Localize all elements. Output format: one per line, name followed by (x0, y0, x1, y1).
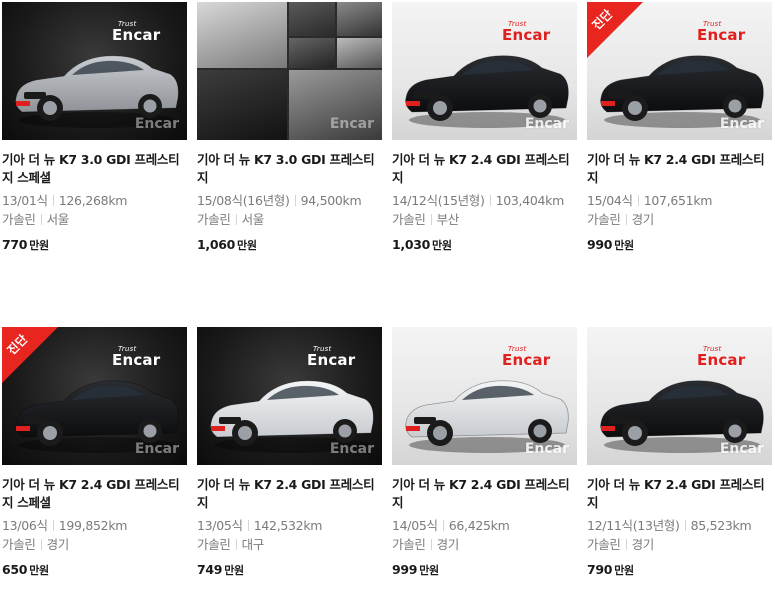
car-title[interactable]: 기아 더 뉴 K7 2.4 GDI 프레스티지 (197, 476, 382, 512)
car-fuel-region: 가솔린 부산 (392, 212, 460, 227)
car-title[interactable]: 기아 더 뉴 K7 3.0 GDI 프레스티지 스페셜 (2, 151, 187, 187)
car-fuel-region: 가솔린 대구 (197, 537, 265, 552)
encar-logo: Trust Encar (112, 20, 161, 44)
car-year-mileage: 13/01식 126,268km (2, 193, 128, 208)
car-fuel-region: 가솔린 경기 (392, 537, 460, 552)
car-photo[interactable]: Trust Encar Encar (392, 327, 577, 465)
car-year-mileage: 15/08식(16년형) 94,500km (197, 193, 362, 208)
watermark: Encar (134, 116, 179, 132)
listing-grid: Trust Encar Encar 기아 더 뉴 K7 3.0 GDI 프레스티지… (0, 0, 775, 615)
listing-card[interactable]: Trust Encar Encar 기아 더 뉴 K7 3.0 GDI 프레스티지… (2, 2, 187, 253)
listing-card[interactable]: Trust Encar Encar 기아 더 뉴 K7 2.4 GDI 프레스티지… (392, 327, 577, 578)
car-photo[interactable]: 진단 Trust Encar Encar (587, 2, 772, 140)
car-title[interactable]: 기아 더 뉴 K7 2.4 GDI 프레스티지 (392, 476, 577, 512)
encar-logo: Trust Encar (307, 345, 356, 369)
car-fuel-region: 가솔린 경기 (587, 212, 655, 227)
car-fuel-region: 가솔린 서울 (197, 212, 265, 227)
encar-logo: Trust Encar (697, 345, 746, 369)
diagnosis-ribbon (587, 2, 643, 58)
car-title[interactable]: 기아 더 뉴 K7 3.0 GDI 프레스티지 (197, 151, 382, 187)
watermark: Encar (524, 116, 569, 132)
car-price: 990 만원 (587, 237, 634, 252)
car-photo[interactable]: Trust Encar Encar (587, 327, 772, 465)
car-fuel-region: 가솔린 경기 (2, 537, 70, 552)
car-year-mileage: 13/06식 199,852km (2, 518, 128, 533)
car-price: 770 만원 (2, 237, 49, 252)
listing-card[interactable]: Trust Encar Encar 기아 더 뉴 K7 2.4 GDI 프레스티지… (197, 327, 382, 578)
car-photo[interactable]: Trust Encar Encar (2, 2, 187, 140)
car-fuel-region: 가솔린 서울 (2, 212, 70, 227)
car-year-mileage: 14/12식(15년형) 103,404km (392, 193, 564, 208)
watermark: Encar (329, 441, 374, 457)
watermark: Encar (524, 441, 569, 457)
car-year-mileage: 15/04식 107,651km (587, 193, 713, 208)
car-photo[interactable]: Trust Encar Encar (392, 2, 577, 140)
car-photo[interactable]: Encar (197, 2, 382, 140)
listing-card[interactable]: 진단 Trust Encar Encar 기아 더 뉴 K7 2.4 GDI 프레… (587, 2, 772, 253)
listing-card[interactable]: 진단 Trust Encar Encar 기아 더 뉴 K7 2.4 GDI 프레… (2, 327, 187, 578)
car-year-mileage: 12/11식(13년형) 85,523km (587, 518, 752, 533)
listing-card[interactable]: Trust Encar Encar 기아 더 뉴 K7 2.4 GDI 프레스티지… (392, 2, 577, 253)
car-fuel-region: 가솔린 경기 (587, 537, 655, 552)
car-title[interactable]: 기아 더 뉴 K7 2.4 GDI 프레스티지 (587, 151, 772, 187)
car-year-mileage: 14/05식 66,425km (392, 518, 510, 533)
listing-card[interactable]: Encar 기아 더 뉴 K7 3.0 GDI 프레스티지 15/08식(16년… (197, 2, 382, 253)
car-price: 650 만원 (2, 562, 49, 577)
car-price: 749 만원 (197, 562, 244, 577)
encar-logo: Trust Encar (502, 345, 551, 369)
watermark: Encar (719, 441, 764, 457)
car-photo[interactable]: Trust Encar Encar (197, 327, 382, 465)
diagnosis-ribbon (2, 327, 58, 383)
car-title[interactable]: 기아 더 뉴 K7 2.4 GDI 프레스티지 (392, 151, 577, 187)
listing-card[interactable]: Trust Encar Encar 기아 더 뉴 K7 2.4 GDI 프레스티지… (587, 327, 772, 578)
car-price: 999 만원 (392, 562, 439, 577)
watermark: Encar (719, 116, 764, 132)
car-year-mileage: 13/05식 142,532km (197, 518, 323, 533)
car-price: 790 만원 (587, 562, 634, 577)
car-price: 1,060 만원 (197, 237, 257, 252)
car-title[interactable]: 기아 더 뉴 K7 2.4 GDI 프레스티지 (587, 476, 772, 512)
car-photo[interactable]: 진단 Trust Encar Encar (2, 327, 187, 465)
encar-logo: Trust Encar (502, 20, 551, 44)
watermark: Encar (329, 116, 374, 132)
car-title[interactable]: 기아 더 뉴 K7 2.4 GDI 프레스티지 스페셜 (2, 476, 187, 512)
watermark: Encar (134, 441, 179, 457)
encar-logo: Trust Encar (697, 20, 746, 44)
encar-logo: Trust Encar (112, 345, 161, 369)
car-price: 1,030 만원 (392, 237, 452, 252)
